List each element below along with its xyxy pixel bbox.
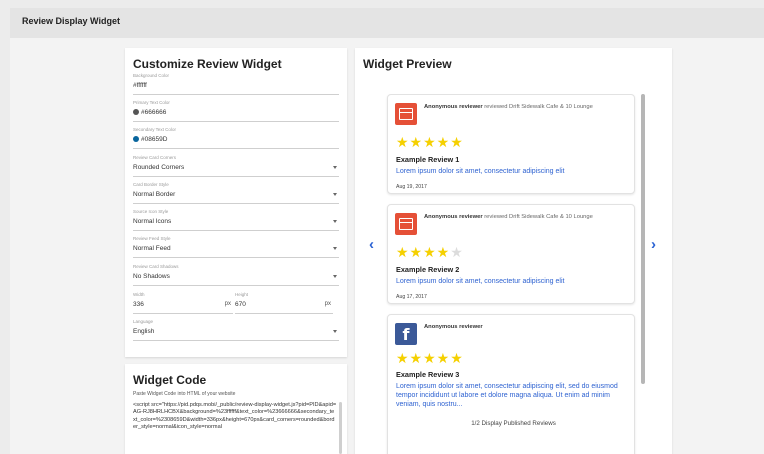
field-value: Normal Border (133, 191, 176, 198)
customize-title: Customize Review Widget (133, 57, 282, 71)
unit-label: px (224, 301, 231, 307)
field-label: Primary Text Color (133, 100, 170, 105)
star-rating: ★★★★★ (396, 350, 464, 366)
facebook-icon: f (395, 323, 417, 345)
color-swatch (133, 136, 139, 142)
code-scrollbar[interactable] (339, 402, 342, 454)
language-select[interactable]: Language English (133, 319, 339, 341)
page-info: 1/2 Display Published Reviews (471, 420, 556, 427)
card-corners-select[interactable]: Review Card Corners Rounded Corners (133, 155, 339, 177)
top-bar: Review Display Widget (10, 8, 764, 38)
widget-preview-panel: Widget Preview ‹ › Anonymous reviewer re… (355, 48, 672, 454)
reviewer-name: Anonymous reviewer (424, 104, 483, 110)
field-value: No Shadows (133, 273, 170, 280)
star-rating: ★★★★★ (396, 134, 464, 150)
review-date: Aug 19, 2017 (396, 184, 427, 190)
next-arrow-icon[interactable]: › (651, 236, 656, 253)
review-date: Aug 17, 2017 (396, 294, 427, 300)
review-body: Lorem ipsum dolor sit amet, consectetur … (396, 278, 565, 285)
background-color-field[interactable]: Background Color #ffffff (133, 73, 339, 95)
widget-code-subtitle: Paste Widget Code into HTML of your webs… (133, 391, 236, 397)
review-title: Example Review 2 (396, 265, 460, 274)
field-label: Card Border Style (133, 182, 169, 187)
review-card: f Anonymous reviewer ★★★★★ Example Revie… (387, 314, 635, 454)
field-value: #666666 (141, 109, 167, 116)
icon-style-select[interactable]: Source Icon Style Normal Icons (133, 209, 339, 231)
field-value: #08659D (141, 136, 168, 143)
dropdown-caret-icon (333, 275, 337, 278)
field-value: Normal Icons (133, 218, 172, 225)
reviewer-line: Anonymous reviewer reviewed Drift Sidewa… (424, 214, 593, 220)
field-value: #ffffff (133, 82, 147, 89)
color-swatch (133, 109, 139, 115)
widget-code-textarea[interactable]: <script src="https://pid.pdqs.mobi/_publ… (133, 402, 337, 454)
review-card: Anonymous reviewer reviewed Drift Sidewa… (387, 204, 635, 304)
field-label: Review Card Shadows (133, 264, 179, 269)
star-rating: ★★★★★ (396, 244, 464, 260)
field-value: English (133, 328, 155, 335)
secondary-text-color-field[interactable]: Secondary Text Color #08659D (133, 127, 339, 149)
reviewer-line: Anonymous reviewer reviewed Drift Sidewa… (424, 104, 593, 110)
field-label: Background Color (133, 73, 170, 78)
field-label: Secondary Text Color (133, 127, 176, 132)
prev-arrow-icon[interactable]: ‹ (369, 236, 374, 253)
review-title: Example Review 3 (396, 370, 460, 379)
widget-code-title: Widget Code (133, 373, 207, 387)
height-input[interactable]: Height 670 px (235, 292, 333, 314)
review-body: Lorem ipsum dolor sit amet, consectetur … (396, 383, 618, 408)
widget-preview-title: Widget Preview (363, 57, 452, 71)
widget-code-panel: Widget Code Paste Widget Code into HTML … (125, 364, 347, 454)
dropdown-caret-icon (333, 247, 337, 250)
field-value: Normal Feed (133, 245, 171, 252)
dropdown-caret-icon (333, 166, 337, 169)
field-value: Rounded Corners (133, 164, 185, 171)
field-value: 670 (235, 301, 246, 308)
review-card: Anonymous reviewer reviewed Drift Sidewa… (387, 94, 635, 194)
reviewer-name: Anonymous reviewer (424, 324, 483, 330)
field-label: Review Card Corners (133, 155, 177, 160)
card-shadows-select[interactable]: Review Card Shadows No Shadows (133, 264, 339, 286)
unit-label: px (324, 301, 331, 307)
reviewer-name: Anonymous reviewer (424, 214, 483, 220)
review-title: Example Review 1 (396, 155, 460, 164)
primary-text-color-field[interactable]: Primary Text Color #666666 (133, 100, 339, 122)
field-value: 336 (133, 301, 144, 308)
field-label: Source Icon Style (133, 209, 169, 214)
dropdown-caret-icon (333, 193, 337, 196)
review-action: reviewed Drift Sidewalk Cafe & 10 Lounge (482, 104, 593, 110)
field-label: Language (133, 319, 154, 324)
feed-style-select[interactable]: Review Feed Style Normal Feed (133, 236, 339, 258)
dropdown-caret-icon (333, 330, 337, 333)
review-body: Lorem ipsum dolor sit amet, consectetur … (396, 168, 565, 175)
border-style-select[interactable]: Card Border Style Normal Border (133, 182, 339, 204)
width-input[interactable]: Width 336 px (133, 292, 233, 314)
review-feed: Anonymous reviewer reviewed Drift Sidewa… (385, 94, 641, 454)
reviewer-line: Anonymous reviewer (424, 324, 483, 330)
restaurant-icon (395, 213, 417, 235)
field-label: Review Feed Style (133, 236, 171, 241)
feed-scrollbar[interactable] (641, 94, 645, 384)
restaurant-icon (395, 103, 417, 125)
field-label: Width (133, 292, 145, 297)
review-action: reviewed Drift Sidewalk Cafe & 10 Lounge (482, 214, 593, 220)
field-label: Height (235, 292, 249, 297)
app-title: Review Display Widget (22, 16, 120, 26)
customize-panel: Customize Review Widget Background Color… (125, 48, 347, 357)
dropdown-caret-icon (333, 220, 337, 223)
